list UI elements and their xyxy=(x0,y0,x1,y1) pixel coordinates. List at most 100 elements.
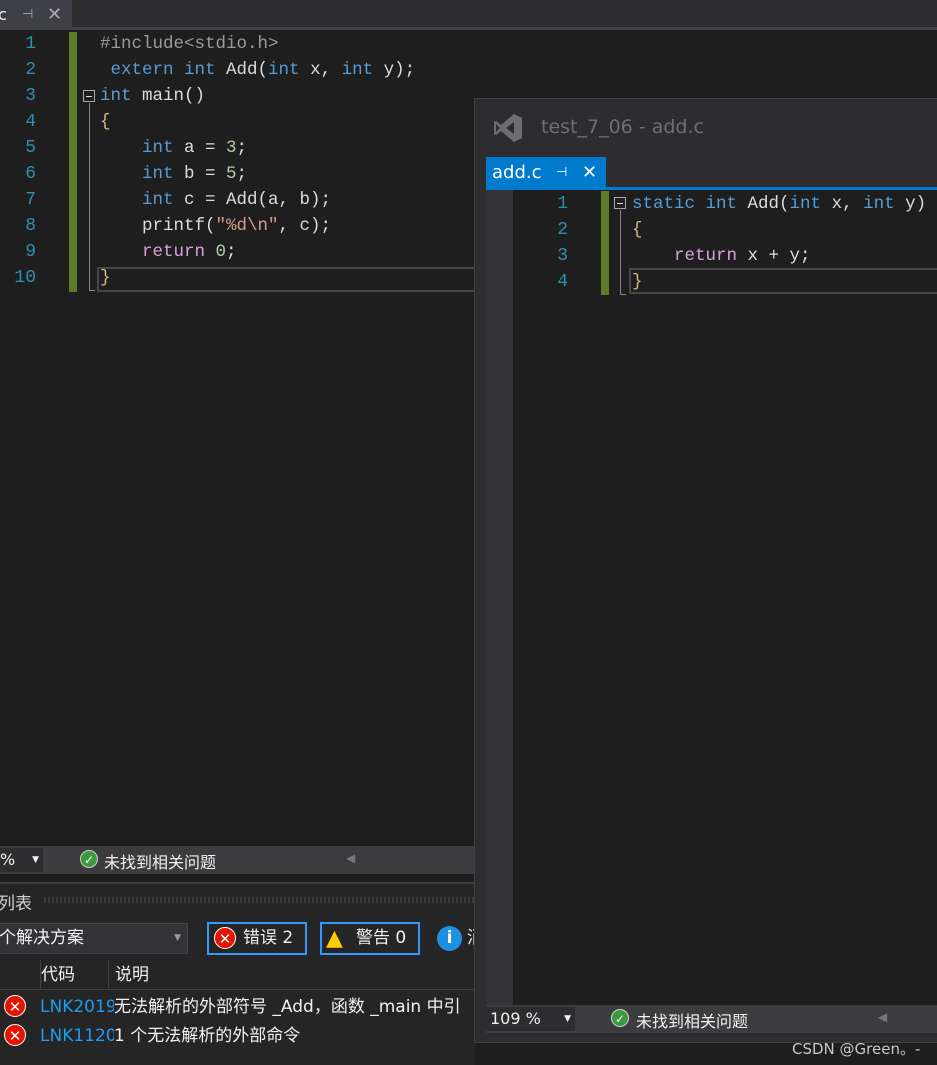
close-icon[interactable]: ✕ xyxy=(582,157,597,189)
error-icon: ✕ xyxy=(4,1024,26,1046)
table-row[interactable]: ✕ LNK2019 无法解析的外部符号 _Add，函数 _main 中引 xyxy=(0,993,475,1021)
code-token: y) xyxy=(905,194,927,214)
code-token: int xyxy=(100,190,185,210)
check-icon: ✓ xyxy=(611,1009,629,1027)
line-number: 3 xyxy=(25,86,36,106)
fold-guide xyxy=(620,210,626,295)
code-line[interactable]: int c = Add(a, b); xyxy=(100,187,331,213)
code-token: c = Add(a, b); xyxy=(184,190,332,210)
error-list-title: 列表 xyxy=(0,894,32,914)
code-line[interactable]: int main() xyxy=(100,83,205,109)
column-header-row: 代码 说明 xyxy=(0,960,475,990)
errors-count: 错误 2 xyxy=(243,928,294,948)
pin-icon[interactable]: ⊣ xyxy=(22,0,33,30)
error-description: 1 个无法解析的外部命令 xyxy=(114,1026,301,1046)
warnings-filter-button[interactable]: ▲ 警告 0 xyxy=(320,922,420,955)
code-token: b = xyxy=(184,164,227,184)
error-description: 无法解析的外部符号 _Add，函数 _main 中引 xyxy=(114,997,461,1017)
scope-value: 个解决方案 xyxy=(0,928,84,948)
code-line[interactable]: int b = 5; xyxy=(100,161,247,187)
tab-label: c xyxy=(0,5,7,24)
pin-icon[interactable]: ⊣ xyxy=(556,157,567,189)
code-token: int xyxy=(268,60,311,80)
scroll-left-icon[interactable]: ◀ xyxy=(878,1010,887,1024)
code-token: x, xyxy=(310,60,342,80)
current-line-highlight xyxy=(97,267,477,292)
code-token: 0 xyxy=(215,242,227,262)
code-token: int xyxy=(863,194,906,214)
close-icon[interactable]: ✕ xyxy=(47,0,62,30)
code-token: y); xyxy=(383,60,416,80)
code-token: 3 xyxy=(226,138,237,158)
code-line[interactable]: return 0; xyxy=(100,239,237,265)
code-token: Add( xyxy=(747,194,790,214)
code-line[interactable]: extern int Add(int x, int y); xyxy=(100,57,416,83)
zoom-select[interactable]: % ▼ xyxy=(0,848,43,872)
error-icon: ✕ xyxy=(214,927,236,949)
error-code[interactable]: LNK2019 xyxy=(40,993,114,1021)
code-token: "%d\n" xyxy=(215,216,279,236)
watermark: CSDN @Green。- xyxy=(792,1040,921,1058)
zoom-select[interactable]: 109 % ▼ xyxy=(486,1007,575,1031)
column-header-code[interactable]: 代码 xyxy=(40,960,75,990)
errors-filter-button[interactable]: ✕ 错误 2 xyxy=(207,922,307,955)
line-number: 5 xyxy=(25,138,36,158)
scope-select[interactable]: 个解决方案 ▼ xyxy=(0,923,188,954)
check-icon: ✓ xyxy=(80,850,98,868)
code-token: { xyxy=(632,220,643,240)
chevron-down-icon: ▼ xyxy=(564,1014,571,1024)
info-filter-button[interactable]: i 消 xyxy=(437,924,477,954)
code-token: int xyxy=(100,164,185,184)
code-token: ; xyxy=(236,164,248,184)
code-line[interactable]: #include<stdio.h> xyxy=(100,31,279,57)
code-token: static int xyxy=(632,194,748,214)
fold-toggle[interactable] xyxy=(614,197,626,209)
error-code[interactable]: LNK1120 xyxy=(40,1022,114,1050)
code-line[interactable]: int a = 3; xyxy=(100,135,247,161)
line-number: 4 xyxy=(25,112,36,132)
line-number: 2 xyxy=(557,220,568,240)
code-token: int xyxy=(341,60,384,80)
warnings-count: 警告 0 xyxy=(356,928,407,948)
zoom-value: 109 % xyxy=(490,1009,541,1028)
editor-area[interactable] xyxy=(486,190,937,1005)
table-row[interactable]: ✕ LNK1120 1 个无法解析的外部命令 xyxy=(0,1022,475,1050)
fold-toggle[interactable] xyxy=(83,90,95,102)
code-line[interactable]: { xyxy=(632,217,643,243)
code-token: a = xyxy=(184,138,227,158)
left-editor-tab[interactable]: c ⊣ ✕ xyxy=(0,0,72,30)
code-token: return xyxy=(100,242,216,262)
line-number: 6 xyxy=(25,164,36,184)
code-token: , c); xyxy=(278,216,332,236)
line-number: 9 xyxy=(25,242,36,262)
change-bar xyxy=(69,32,77,292)
chevron-down-icon: ▼ xyxy=(32,855,39,865)
scroll-left-icon[interactable]: ◀ xyxy=(346,851,355,865)
code-token: return xyxy=(632,246,748,266)
line-number: 7 xyxy=(25,190,36,210)
warning-icon: ▲ xyxy=(326,926,343,951)
code-token: printf( xyxy=(100,216,216,236)
code-line[interactable]: return x + y; xyxy=(632,243,811,269)
code-line[interactable]: static int Add(int x, int y) xyxy=(632,191,926,217)
code-token: extern int xyxy=(100,60,227,80)
column-header-description[interactable]: 说明 xyxy=(108,960,149,990)
zoom-value: % xyxy=(0,850,16,869)
fold-guide xyxy=(89,103,95,291)
title-grip xyxy=(44,897,474,903)
left-status-bar: % ▼ ✓ 未找到相关问题 ◀ xyxy=(0,846,475,874)
code-line[interactable]: printf("%d\n", c); xyxy=(100,213,331,239)
current-line-highlight xyxy=(629,268,937,294)
visual-studio-logo xyxy=(492,112,524,144)
code-token: int xyxy=(100,138,185,158)
add-c-tab[interactable]: add.c ⊣ ✕ xyxy=(486,157,606,189)
line-number: 3 xyxy=(557,246,568,266)
line-number: 10 xyxy=(14,268,36,288)
status-text: 未找到相关问题 xyxy=(636,1012,749,1031)
right-status-bar: 109 % ▼ ✓ 未找到相关问题 ◀ xyxy=(486,1005,937,1033)
line-number: 1 xyxy=(557,194,568,214)
code-token: Add( xyxy=(226,60,269,80)
code-token: ; xyxy=(236,138,248,158)
line-number: 8 xyxy=(25,216,36,236)
code-line[interactable]: { xyxy=(100,109,111,135)
